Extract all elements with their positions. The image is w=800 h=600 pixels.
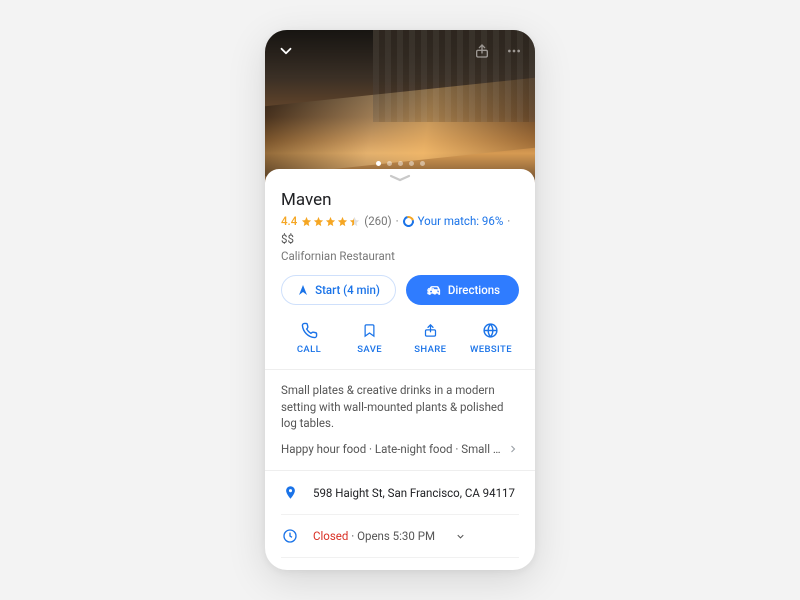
save-button[interactable]: SAVE <box>344 321 396 355</box>
address-text: 598 Haight St, San Francisco, CA 94117 <box>313 486 515 500</box>
price-level: $$ <box>281 232 294 246</box>
attributes-row[interactable]: Happy hour food · Late-night food · Smal… <box>281 442 519 456</box>
content-area: Maven 4.4 (260) · Your match: 96% · $$ C… <box>265 188 535 570</box>
chevron-right-icon <box>507 443 519 455</box>
directions-label: Directions <box>448 283 500 297</box>
call-button[interactable]: CALL <box>283 321 335 355</box>
directions-button[interactable]: Directions <box>406 275 519 305</box>
share-button[interactable]: SHARE <box>404 321 456 355</box>
more-icon[interactable] <box>503 40 525 62</box>
bookmark-icon <box>361 321 379 339</box>
call-label: CALL <box>297 344 321 355</box>
website-label: WEBSITE <box>470 344 512 355</box>
place-sheet: Maven 4.4 (260) · Your match: 96% · $$ C… <box>265 30 535 570</box>
hours-row[interactable]: Closed · Opens 5:30 PM <box>281 514 519 557</box>
pin-icon <box>281 484 299 501</box>
review-count: (260) <box>364 214 391 228</box>
sheet-handle[interactable] <box>265 169 535 188</box>
section-divider <box>265 369 535 370</box>
start-navigation-button[interactable]: Start (4 min) <box>281 275 396 305</box>
separator-dot: · <box>507 214 510 228</box>
collapse-chevron-icon[interactable] <box>275 40 297 62</box>
rating-line[interactable]: 4.4 (260) · Your match: 96% · $$ <box>281 214 519 246</box>
website-button[interactable]: WEBSITE <box>465 321 517 355</box>
quick-actions: CALL SAVE SHARE WEBSITE <box>281 321 519 355</box>
clock-icon <box>281 528 299 544</box>
gallery-dots <box>265 161 535 166</box>
match-text[interactable]: Your match: 96% <box>418 214 504 228</box>
globe-icon <box>482 321 500 339</box>
separator-dot: · <box>396 214 399 228</box>
rating-value: 4.4 <box>281 214 297 228</box>
chevron-down-icon <box>455 531 466 542</box>
hero-photo[interactable] <box>265 30 535 188</box>
open-status: Closed <box>313 529 348 543</box>
place-title: Maven <box>281 190 519 210</box>
opens-at: · Opens 5:30 PM <box>348 529 435 543</box>
match-badge-icon <box>401 213 416 228</box>
menu-row[interactable]: Menu maven-sf.com <box>281 557 519 570</box>
save-label: SAVE <box>357 344 382 355</box>
phone-icon <box>300 321 318 339</box>
place-category: Californian Restaurant <box>281 249 519 263</box>
share-icon <box>421 321 439 339</box>
share-icon[interactable] <box>471 40 493 62</box>
place-description: Small plates & creative drinks in a mode… <box>281 382 519 432</box>
stars-icon <box>301 216 360 227</box>
address-row[interactable]: 598 Haight St, San Francisco, CA 94117 <box>281 471 519 514</box>
start-label: Start (4 min) <box>315 283 380 297</box>
attribute-tags: Happy hour food · Late-night food · Smal… <box>281 442 501 456</box>
share-label: SHARE <box>414 344 446 355</box>
